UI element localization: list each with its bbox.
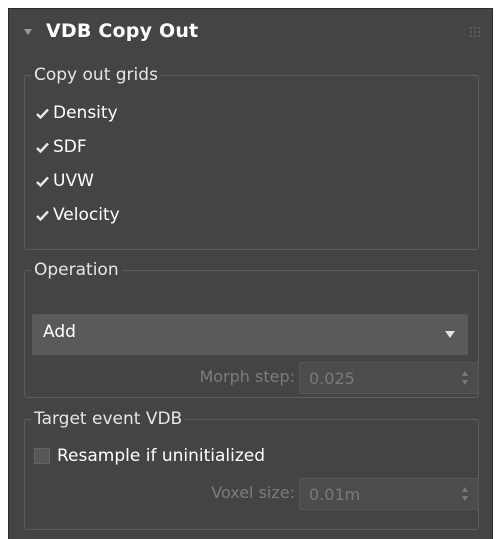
operation-dropdown[interactable]: Add [32,314,468,355]
voxel-size-spinner: 0.01m [299,478,479,510]
morph-step-spinner: 0.025 [299,362,479,394]
sdf-checkbox[interactable]: SDF [34,133,87,161]
uvw-label: UVW [53,171,94,191]
density-checkbox[interactable]: Density [34,99,118,127]
checkmark-icon[interactable] [34,207,50,223]
checkbox-icon[interactable] [34,448,50,464]
checkmark-icon[interactable] [34,105,50,121]
operation-group: Operation Add Morph step: 0.025 [24,258,479,398]
resample-label: Resample if uninitialized [57,446,266,466]
drag-grip-icon[interactable] [470,27,480,37]
rollout-title: VDB Copy Out [46,20,199,42]
copy-out-grids-group: Copy out grids Density SDF UVW Velocity [24,63,479,250]
morph-step-label: Morph step: [199,367,295,386]
chevron-down-icon[interactable] [445,331,455,338]
voxel-size-value: 0.01m [309,485,361,504]
target-event-vdb-group: Target event VDB Resample if uninitializ… [24,407,479,530]
velocity-checkbox[interactable]: Velocity [34,201,120,229]
velocity-label: Velocity [53,205,120,225]
sdf-label: SDF [53,137,87,157]
checkmark-icon[interactable] [34,139,50,155]
morph-step-value: 0.025 [309,369,355,388]
copy-out-grids-title: Copy out grids [31,63,161,87]
resample-checkbox[interactable]: Resample if uninitialized [34,442,265,470]
vdb-copy-out-rollout: VDB Copy Out Copy out grids Density SDF [8,8,493,539]
operation-dropdown-value: Add [43,322,76,342]
triangle-down-icon[interactable] [24,29,32,35]
operation-title: Operation [31,258,122,282]
density-label: Density [53,103,118,123]
spinner-arrows-icon [462,487,470,501]
voxel-size-label: Voxel size: [211,483,295,502]
target-event-vdb-title: Target event VDB [31,407,186,431]
checkmark-icon[interactable] [34,173,50,189]
rollout-header[interactable]: VDB Copy Out [9,9,492,55]
spinner-arrows-icon [462,371,470,385]
uvw-checkbox[interactable]: UVW [34,167,94,195]
